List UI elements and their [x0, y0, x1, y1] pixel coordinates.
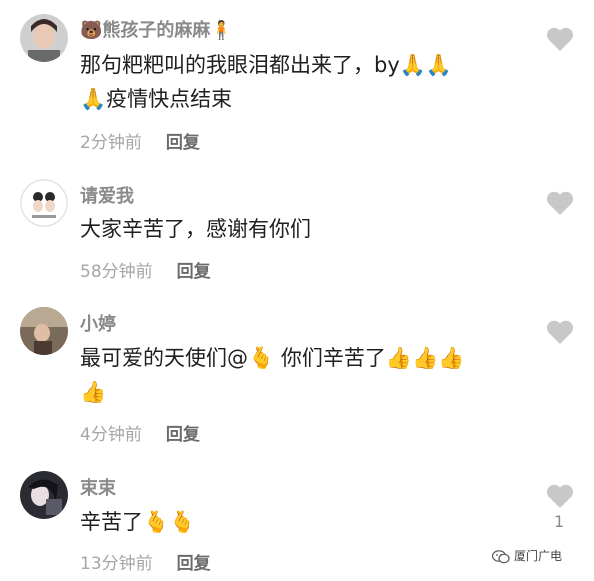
comment-time: 4分钟前 [80, 425, 142, 445]
comment-time: 58分钟前 [80, 262, 153, 282]
heart-icon[interactable] [546, 26, 574, 52]
comment-username[interactable]: 小婷 [80, 310, 116, 336]
comment-list: 🐻熊孩子的麻麻🧍 那句粑粑叫的我眼泪都出来了，by🙏🙏 🙏疫情快点结束 2分钟前… [0, 0, 594, 581]
comment-text-line: 👍 [80, 380, 107, 404]
comment-text: 那句粑粑叫的我眼泪都出来了，by🙏🙏 🙏疫情快点结束 [80, 48, 540, 116]
reply-button[interactable]: 回复 [166, 425, 200, 445]
avatar[interactable] [20, 471, 68, 519]
avatar[interactable] [20, 14, 68, 62]
username-text: 熊孩子的麻麻 [102, 20, 211, 41]
like-count: 1 [554, 512, 565, 531]
heart-icon[interactable] [546, 319, 574, 345]
comment-text: 大家辛苦了，感谢有你们 [80, 212, 540, 246]
comment-text: 最可爱的天使们@🫰 你们辛苦了👍👍👍 👍 [80, 341, 540, 409]
comment-text-line: 最可爱的天使们@🫰 你们辛苦了👍👍👍 [80, 346, 465, 370]
comment-username[interactable]: 🐻熊孩子的麻麻🧍 [80, 16, 233, 42]
comment-time: 2分钟前 [80, 133, 142, 153]
reply-button[interactable]: 回复 [177, 262, 211, 282]
comment-username[interactable]: 请爱我 [80, 182, 134, 208]
comment-text-line: 🙏疫情快点结束 [80, 87, 233, 111]
watermark: 厦门广电 [492, 547, 562, 564]
reply-button[interactable]: 回复 [166, 133, 200, 153]
comment-text: 辛苦了🫰🫰 [80, 505, 540, 539]
watermark-text: 厦门广电 [514, 549, 563, 563]
comment-username[interactable]: 束束 [80, 474, 116, 500]
avatar[interactable] [20, 307, 68, 355]
bear-emoji: 🐻 [80, 20, 103, 41]
comment-text-line: 辛苦了🫰🫰 [80, 510, 196, 534]
comment-text-line: 大家辛苦了，感谢有你们 [80, 217, 311, 241]
comment-text-line: 那句粑粑叫的我眼泪都出来了，by🙏🙏 [80, 53, 453, 77]
comment-meta: 58分钟前 回复 [80, 257, 211, 282]
heart-icon[interactable] [546, 483, 574, 509]
heart-icon[interactable] [546, 190, 574, 216]
comment-meta: 2分钟前 回复 [80, 128, 200, 153]
person-emoji: 🧍 [210, 20, 233, 41]
comment-meta: 13分钟前 回复 [80, 549, 211, 574]
reply-button[interactable]: 回复 [177, 554, 211, 574]
wechat-icon [492, 549, 510, 563]
comment-meta: 4分钟前 回复 [80, 420, 200, 445]
comment-time: 13分钟前 [80, 554, 153, 574]
avatar[interactable] [20, 179, 68, 227]
